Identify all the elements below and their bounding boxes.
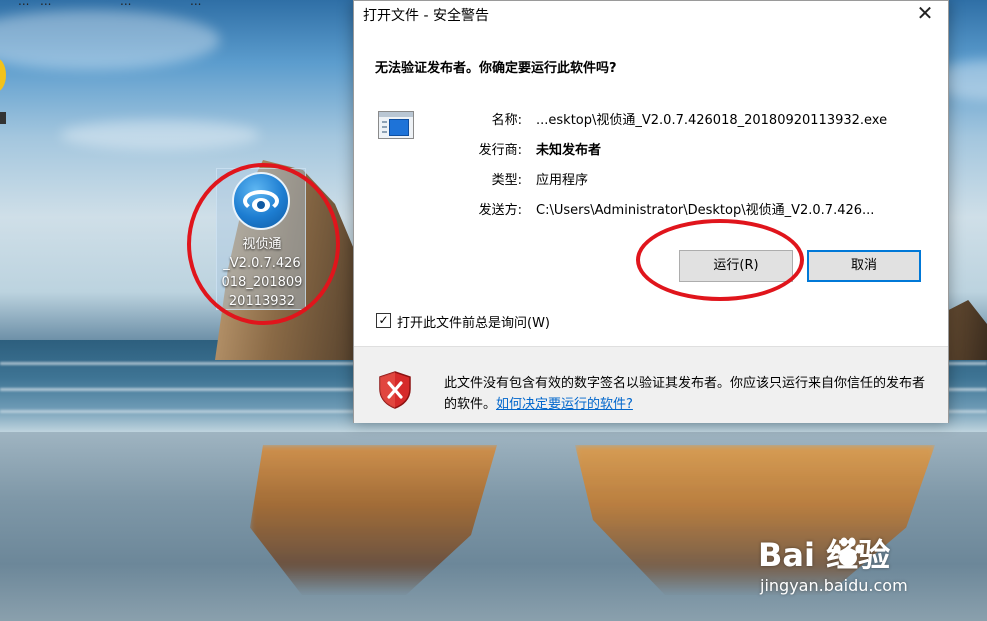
- from-label: 发送方:: [478, 203, 522, 218]
- dialog-title: 打开文件 - 安全警告: [363, 8, 489, 24]
- annotation-ellipse-run: [636, 219, 804, 301]
- name-label: 名称:: [491, 113, 522, 128]
- type-value: 应用程序: [536, 173, 589, 188]
- dialog-footer: 此文件没有包含有效的数字签名以验证其发布者。你应该只运行来自你信任的发布者的软件…: [354, 346, 948, 423]
- baidu-jingyan-watermark: Bai 经验 jingyan.baidu.com: [758, 530, 983, 600]
- security-warning-dialog: 打开文件 - 安全警告 ✕ 无法验证发布者。你确定要运行此软件吗? 名称: ..…: [353, 0, 949, 423]
- fragment-text: ...: [120, 0, 132, 8]
- watermark-url: jingyan.baidu.com: [760, 576, 908, 595]
- icon-line: [382, 131, 387, 133]
- window-pane: [389, 119, 409, 136]
- watermark-brand: Bai 经验: [758, 536, 891, 574]
- annotation-ellipse-icon: [187, 163, 340, 325]
- cloud: [0, 10, 220, 70]
- dialog-titlebar[interactable]: 打开文件 - 安全警告 ✕: [354, 1, 948, 27]
- top-strip-fragment: ... ... ... ...: [0, 0, 352, 10]
- fragment-text: ...: [40, 0, 52, 8]
- publisher-label: 发行商:: [478, 143, 522, 158]
- fragment-text: ...: [18, 0, 30, 8]
- footer-message: 此文件没有包含有效的数字签名以验证其发布者。你应该只运行来自你信任的发布者的软件…: [444, 373, 934, 415]
- warning-heading: 无法验证发布者。你确定要运行此软件吗?: [375, 61, 617, 76]
- decide-software-link[interactable]: 如何决定要运行的软件?: [496, 397, 633, 412]
- dialog-body: 无法验证发布者。你确定要运行此软件吗? 名称: ...esktop\视侦通_V2…: [354, 27, 948, 346]
- partial-icon-label: [0, 112, 6, 124]
- type-label: 类型:: [491, 173, 522, 188]
- close-icon[interactable]: ✕: [902, 1, 948, 27]
- icon-line: [382, 121, 387, 123]
- from-value: C:\Users\Administrator\Desktop\视侦通_V2.0.…: [536, 203, 875, 218]
- always-ask-checkbox[interactable]: ✓: [376, 313, 391, 328]
- icon-line: [382, 126, 387, 128]
- cloud: [60, 120, 260, 150]
- cancel-button[interactable]: 取消: [807, 250, 921, 282]
- always-ask-label[interactable]: 打开此文件前总是询问(W): [397, 312, 550, 331]
- window-bar: [379, 112, 413, 117]
- paw-icon: [833, 537, 863, 566]
- application-file-icon: [378, 111, 414, 139]
- publisher-value: 未知发布者: [536, 143, 602, 158]
- shield-error-icon: [379, 371, 411, 409]
- fragment-text: ...: [190, 0, 202, 8]
- name-value: ...esktop\视侦通_V2.0.7.426018_201809201139…: [536, 113, 888, 128]
